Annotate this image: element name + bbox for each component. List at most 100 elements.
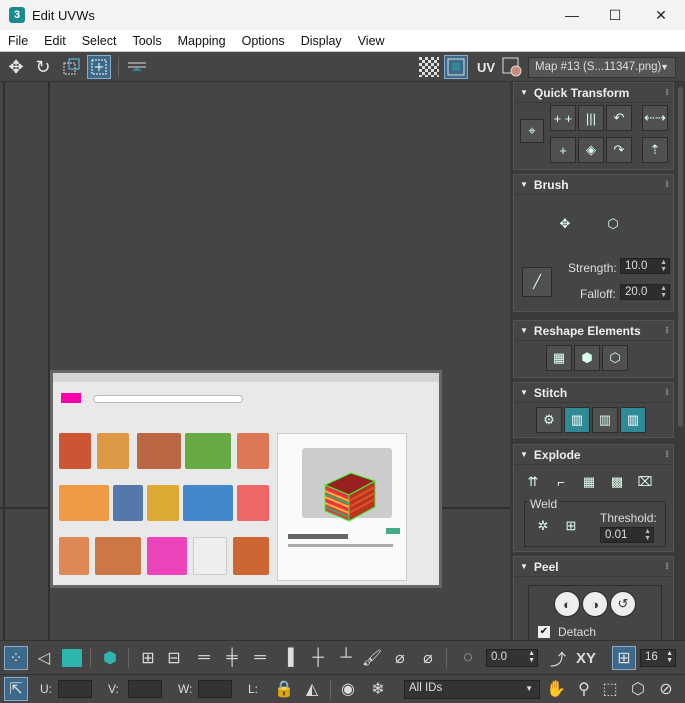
- show-map-icon[interactable]: [444, 55, 468, 79]
- grip-icon: ⁝⁝: [665, 449, 668, 459]
- count-field[interactable]: 16 ▲ ▼: [640, 649, 676, 667]
- paint-shrink-icon[interactable]: ⌀: [416, 646, 440, 670]
- uv-shell-selection[interactable]: [323, 471, 378, 523]
- rollout-title: Brush: [533, 177, 569, 192]
- strength-spinner[interactable]: 10.0 ▲ ▼: [620, 258, 670, 274]
- minimize-button[interactable]: —: [549, 0, 595, 30]
- threshold-spinner[interactable]: 0.01 ▲ ▼: [600, 527, 654, 543]
- paint-grow-icon[interactable]: ⌀: [388, 646, 412, 670]
- align-horizontal-icon[interactable]: + +: [550, 105, 576, 131]
- menu-file[interactable]: File: [0, 34, 36, 48]
- quick-planar-icon[interactable]: ⌖: [520, 119, 544, 143]
- detach-edges-icon[interactable]: ⌐: [548, 469, 574, 495]
- transform-mode-icon[interactable]: ⇱: [4, 677, 28, 701]
- loop-shrink-icon[interactable]: ═: [248, 646, 272, 670]
- stitch-average-icon[interactable]: ▥: [592, 407, 618, 433]
- freeze-icon[interactable]: ❄: [366, 677, 390, 701]
- menu-select[interactable]: Select: [74, 34, 125, 48]
- menu-options[interactable]: Options: [234, 34, 293, 48]
- relax-icon[interactable]: ⬢: [574, 345, 600, 371]
- map-select[interactable]: Map #13 (S...11347.png) ▼: [528, 57, 676, 78]
- weld-selected-icon[interactable]: ✲: [530, 513, 556, 539]
- ids-select[interactable]: All IDs ▼: [404, 680, 540, 699]
- peel-mode-icon[interactable]: ◑: [582, 591, 608, 617]
- uv-label[interactable]: UV: [472, 55, 500, 79]
- paint-select-icon[interactable]: 🖌: [360, 646, 384, 670]
- move-icon[interactable]: ✥: [4, 55, 28, 79]
- element-mode-icon[interactable]: ⬢: [98, 646, 122, 670]
- zoom-selected-icon[interactable]: ⊘: [654, 677, 678, 701]
- grip-icon: ⁝⁝: [665, 387, 668, 397]
- shrink-selection-icon[interactable]: ⊟: [162, 646, 186, 670]
- strength-value: 10.0: [625, 260, 648, 272]
- loop-grow-icon[interactable]: ╪: [220, 646, 244, 670]
- rotation-field[interactable]: 0.0 ▲ ▼: [486, 649, 538, 667]
- flatten-by-smoothing-icon[interactable]: ▦: [576, 469, 602, 495]
- checker-icon[interactable]: [417, 55, 441, 79]
- rotate-ccw-icon[interactable]: ↶: [606, 105, 632, 131]
- align-vertical-icon[interactable]: |||: [578, 105, 604, 131]
- break-icon[interactable]: ⇈: [520, 469, 546, 495]
- face-mode-icon[interactable]: [60, 646, 84, 670]
- freeform-icon[interactable]: [87, 55, 111, 79]
- flatten-by-material-icon[interactable]: ▩: [604, 469, 630, 495]
- detach-checkbox[interactable]: ✔: [538, 626, 550, 638]
- flatten-custom-icon[interactable]: ⌧: [632, 469, 658, 495]
- uv-viewport[interactable]: [0, 82, 510, 640]
- v-field[interactable]: [128, 680, 162, 698]
- reset-peel-icon[interactable]: ↺: [610, 591, 636, 617]
- menu-mapping[interactable]: Mapping: [170, 34, 234, 48]
- space-horizontal-icon[interactable]: ⇠⇢: [642, 105, 668, 131]
- zoom-extents-icon[interactable]: ⬡: [626, 677, 650, 701]
- space-vertical-icon[interactable]: ⇡: [642, 137, 668, 163]
- relax-brush-icon[interactable]: ⬡: [600, 211, 626, 237]
- align-center-icon[interactable]: +: [550, 137, 576, 163]
- hide-icon[interactable]: ◭: [300, 677, 324, 701]
- straighten-icon[interactable]: ▦: [546, 345, 572, 371]
- weld-target-icon[interactable]: ⊞: [558, 513, 584, 539]
- menu-view[interactable]: View: [350, 34, 393, 48]
- collapse-icon: ▼: [520, 388, 528, 397]
- xy-toggle[interactable]: XY: [572, 646, 600, 670]
- rollout-quick-transform: ▼ Quick Transform ⁝⁝ ⌖ + + ||| ↶ + ◈ ↷ ⇠⇢ …: [513, 82, 674, 170]
- stitch-to-target-icon[interactable]: ▥: [564, 407, 590, 433]
- ring-grow-icon[interactable]: ┼: [306, 646, 330, 670]
- menu-display[interactable]: Display: [293, 34, 350, 48]
- falloff-spinner[interactable]: 20.0 ▲ ▼: [620, 284, 670, 300]
- rotate-cw-icon[interactable]: ↷: [606, 137, 632, 163]
- loop-select-icon[interactable]: ═: [192, 646, 216, 670]
- brush-line-icon[interactable]: ╱: [522, 267, 552, 297]
- relax-settings-icon[interactable]: ⬡: [602, 345, 628, 371]
- texture-map-image: [50, 370, 442, 588]
- menu-edit[interactable]: Edit: [36, 34, 74, 48]
- space-icon[interactable]: ◈: [578, 137, 604, 163]
- map-options-icon[interactable]: [500, 55, 524, 79]
- pivot-icon[interactable]: ◌: [456, 646, 480, 670]
- zoom-region-icon[interactable]: ⬚: [598, 677, 622, 701]
- curve-icon[interactable]: ⤴: [546, 646, 570, 670]
- rotate-icon[interactable]: ↻: [31, 55, 55, 79]
- stitch-to-source-icon[interactable]: ▥: [620, 407, 646, 433]
- pan-icon[interactable]: ✋: [544, 677, 568, 701]
- grid-snap-icon[interactable]: ⊞: [612, 646, 636, 670]
- mirror-icon[interactable]: [125, 55, 149, 79]
- maximize-button[interactable]: ☐: [592, 0, 638, 30]
- menu-tools[interactable]: Tools: [124, 34, 169, 48]
- edge-mode-icon[interactable]: ◁: [32, 646, 56, 670]
- scale-icon[interactable]: [59, 55, 83, 79]
- u-field[interactable]: [58, 680, 92, 698]
- ring-select-icon[interactable]: ▐: [276, 646, 300, 670]
- panel-scrollbar[interactable]: [676, 82, 685, 640]
- rollout-title: Reshape Elements: [533, 323, 641, 338]
- lock-icon[interactable]: 🔒: [272, 677, 296, 701]
- vertex-mode-icon[interactable]: ⁘: [4, 646, 28, 670]
- stitch-custom-icon[interactable]: ⚙: [536, 407, 562, 433]
- zoom-icon[interactable]: ⚲: [572, 677, 596, 701]
- eye-icon[interactable]: ◉: [336, 677, 360, 701]
- close-button[interactable]: ✕: [638, 0, 684, 30]
- paint-move-icon[interactable]: ✥: [552, 211, 578, 237]
- quick-peel-icon[interactable]: ◐: [554, 591, 580, 617]
- ring-shrink-icon[interactable]: ┴: [334, 646, 358, 670]
- grow-selection-icon[interactable]: ⊞: [136, 646, 160, 670]
- w-field[interactable]: [198, 680, 232, 698]
